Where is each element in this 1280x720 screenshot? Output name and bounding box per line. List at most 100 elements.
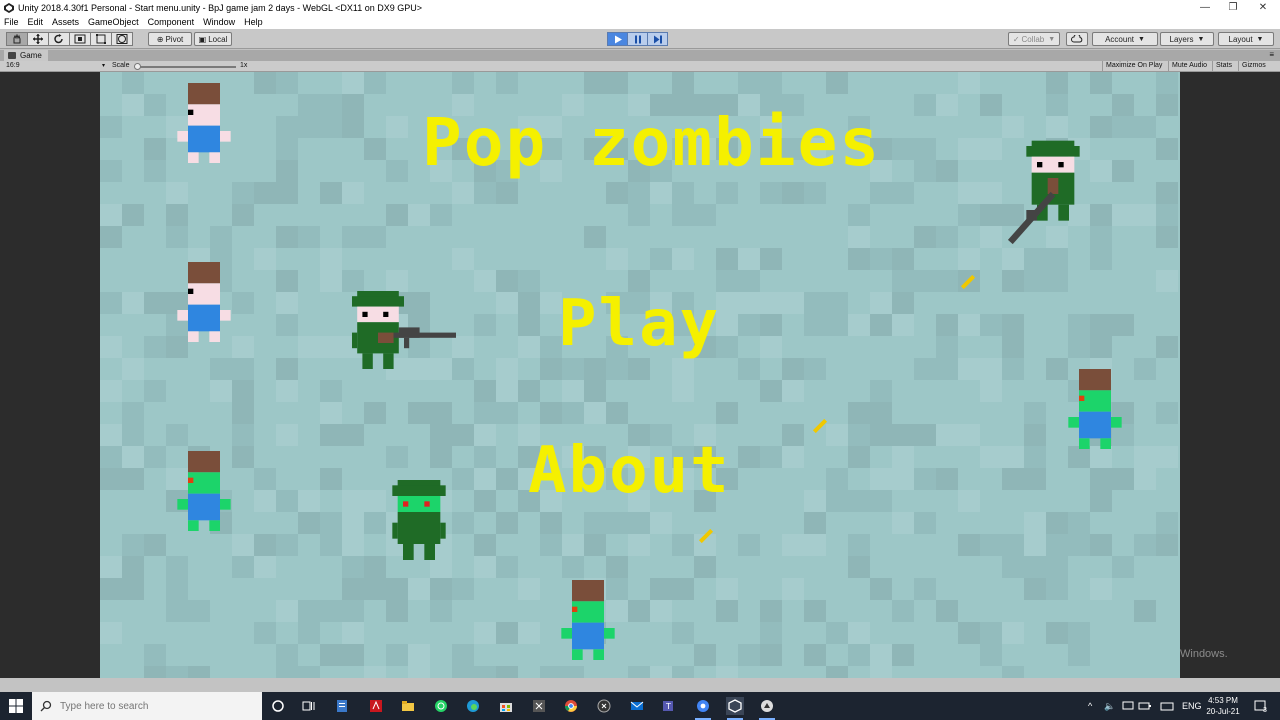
start-button[interactable] <box>0 692 32 720</box>
background-tile <box>826 292 848 314</box>
background-tile <box>276 380 298 402</box>
gizmos-dropdown[interactable]: Gizmos <box>1238 61 1269 71</box>
scale-slider-handle[interactable] <box>134 63 141 70</box>
background-tile <box>804 292 826 314</box>
background-tile <box>474 446 496 468</box>
keyboard-icon[interactable] <box>1160 692 1174 720</box>
background-tile <box>980 226 1002 248</box>
whatsapp-icon[interactable] <box>432 697 450 715</box>
rect-tool-icon[interactable] <box>90 32 112 46</box>
background-tile <box>914 424 936 446</box>
menu-window[interactable]: Window <box>203 17 235 27</box>
mail-icon[interactable] <box>628 697 646 715</box>
pivot-toggle[interactable]: ⊕ Pivot <box>148 32 192 46</box>
rotate-tool-icon[interactable] <box>48 32 70 46</box>
background-tile <box>122 204 144 226</box>
minimize-button[interactable]: — <box>1190 0 1220 15</box>
background-tile <box>430 600 452 622</box>
about-button[interactable]: About <box>528 434 731 508</box>
background-tile <box>408 204 430 226</box>
menu-file[interactable]: File <box>4 17 19 27</box>
volume-icon[interactable]: 🔈 <box>1104 692 1115 720</box>
battery-icon[interactable] <box>1138 692 1152 720</box>
background-tile <box>408 644 430 666</box>
close-button[interactable]: ✕ <box>1248 0 1278 15</box>
play-button[interactable]: Play <box>558 287 720 361</box>
scale-tool-icon[interactable] <box>69 32 91 46</box>
tab-menu-icon[interactable]: ≡ <box>1269 50 1274 59</box>
maximize-on-play-toggle[interactable]: Maximize On Play <box>1102 61 1165 71</box>
scale-value: 1x <box>240 62 248 69</box>
background-tile <box>386 446 408 468</box>
menu-component[interactable]: Component <box>148 17 195 27</box>
scale-slider-track[interactable] <box>138 66 236 68</box>
transform-tools <box>6 32 133 46</box>
edge-icon[interactable] <box>464 697 482 715</box>
background-tile <box>1002 556 1024 578</box>
background-tile <box>958 138 980 160</box>
store-icon[interactable] <box>497 697 515 715</box>
background-tile <box>606 182 628 204</box>
chrome-icon[interactable] <box>562 697 580 715</box>
cortana-icon[interactable] <box>269 697 287 715</box>
aspect-dropdown[interactable]: 16:9 <box>6 62 20 69</box>
maximize-button[interactable]: ❐ <box>1218 0 1248 15</box>
collab-dropdown[interactable]: ✓ Collab ▼ <box>1008 32 1060 46</box>
background-tile <box>958 72 980 94</box>
background-tile <box>650 666 672 678</box>
menu-edit[interactable]: Edit <box>28 17 44 27</box>
network-icon[interactable] <box>1122 692 1134 720</box>
game-canvas[interactable]: Pop zombies Play About <box>100 72 1180 678</box>
acrobat-icon[interactable] <box>367 697 385 715</box>
tab-game[interactable]: Game <box>4 50 48 61</box>
background-tile <box>1090 204 1112 226</box>
background-tile <box>276 644 298 666</box>
unity-taskbar-icon[interactable] <box>726 697 744 720</box>
background-tile <box>848 424 870 446</box>
pause-button-icon[interactable] <box>627 32 648 46</box>
taskbar-clock[interactable]: 4:53 PM 20-Jul-21 <box>1200 695 1246 717</box>
visual-studio-icon[interactable] <box>530 697 548 715</box>
background-tile <box>584 534 606 556</box>
background-tile <box>1068 446 1090 468</box>
notifications-button[interactable]: 3 <box>1254 692 1267 720</box>
unity-hub-icon[interactable] <box>758 697 776 720</box>
background-tile <box>342 94 364 116</box>
play-button-icon[interactable] <box>607 32 628 46</box>
local-toggle[interactable]: ▣ Local <box>194 32 232 46</box>
chevron-down-icon: ▾ <box>102 63 106 69</box>
search-input[interactable] <box>60 700 250 712</box>
background-tile <box>474 380 496 402</box>
step-button-icon[interactable] <box>647 32 668 46</box>
chrome-profile-icon[interactable] <box>694 697 712 720</box>
menu-assets[interactable]: Assets <box>52 17 79 27</box>
taskbar-search[interactable] <box>32 692 262 720</box>
status-bar <box>0 678 1280 692</box>
game-title: Pop zombies <box>422 104 882 181</box>
layout-dropdown[interactable]: Layout ▼ <box>1218 32 1274 46</box>
background-tile <box>430 446 452 468</box>
stats-toggle[interactable]: Stats <box>1212 61 1235 71</box>
background-tile <box>144 666 166 678</box>
task-view-icon[interactable] <box>300 697 318 715</box>
menu-gameobject[interactable]: GameObject <box>88 17 139 27</box>
background-tile <box>848 446 870 468</box>
tray-overflow-chevron-icon[interactable]: ^ <box>1088 692 1092 720</box>
hand-tool-icon[interactable] <box>6 32 28 46</box>
media-player-icon[interactable] <box>595 697 613 715</box>
background-tile <box>716 666 738 678</box>
move-tool-icon[interactable] <box>27 32 49 46</box>
layers-dropdown[interactable]: Layers ▼ <box>1160 32 1214 46</box>
teams-icon[interactable]: T <box>660 697 678 715</box>
account-dropdown[interactable]: Account ▼ <box>1092 32 1158 46</box>
cloud-button[interactable] <box>1066 32 1088 46</box>
input-language[interactable]: ENG <box>1182 692 1202 720</box>
menu-help[interactable]: Help <box>244 17 263 27</box>
mute-audio-toggle[interactable]: Mute Audio <box>1168 61 1210 71</box>
background-tile <box>364 666 386 678</box>
notepad-icon[interactable] <box>333 697 351 715</box>
background-tile <box>848 622 870 644</box>
transform-tool-icon[interactable] <box>111 32 133 46</box>
file-explorer-icon[interactable] <box>399 697 417 715</box>
background-tile <box>386 644 408 666</box>
